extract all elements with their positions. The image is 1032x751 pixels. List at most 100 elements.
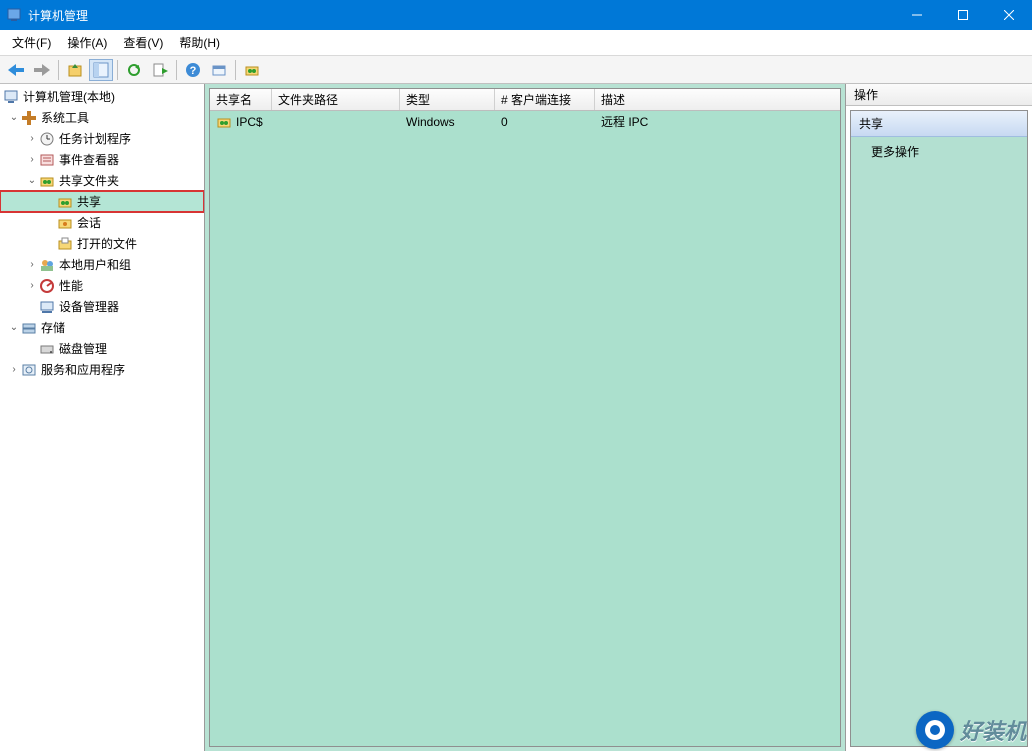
tree-label: 磁盘管理 <box>58 340 107 357</box>
titlebar: 计算机管理 <box>0 0 1032 30</box>
tree-label: 服务和应用程序 <box>40 361 125 378</box>
tools-icon <box>20 110 38 126</box>
expander-icon[interactable]: › <box>26 259 38 270</box>
tree-storage[interactable]: ⌄ 存储 <box>0 317 204 338</box>
expander-icon[interactable]: › <box>26 133 38 144</box>
users-icon <box>38 257 56 273</box>
shares-grid[interactable]: 共享名 文件夹路径 类型 # 客户端连接 描述 IPC$ Windows 0 远… <box>209 88 841 747</box>
actions-header: 操作 <box>846 84 1032 106</box>
toolbar: ? <box>0 56 1032 84</box>
menu-help[interactable]: 帮助(H) <box>171 31 228 54</box>
actions-panel: 操作 共享 更多操作 <box>846 84 1032 751</box>
center-panel: 共享名 文件夹路径 类型 # 客户端连接 描述 IPC$ Windows 0 远… <box>205 84 846 751</box>
tree-label: 共享文件夹 <box>58 172 119 189</box>
table-row[interactable]: IPC$ Windows 0 远程 IPC <box>210 111 840 132</box>
col-client-conn[interactable]: # 客户端连接 <box>495 89 595 110</box>
cell-description: 远程 IPC <box>595 113 840 130</box>
tree-label: 计算机管理(本地) <box>22 88 115 105</box>
cell-client-conn: 0 <box>495 115 595 129</box>
storage-icon <box>20 320 38 336</box>
tree-performance[interactable]: › 性能 <box>0 275 204 296</box>
tree-sessions[interactable]: 会话 <box>0 212 204 233</box>
toolbar-separator <box>58 60 59 80</box>
shares-icon-button[interactable] <box>240 59 264 81</box>
col-folder-path[interactable]: 文件夹路径 <box>272 89 400 110</box>
tree-label: 本地用户和组 <box>58 256 131 273</box>
tree-label: 打开的文件 <box>76 235 137 252</box>
open-files-icon <box>56 236 74 252</box>
tree-label: 系统工具 <box>40 109 89 126</box>
up-button[interactable] <box>63 59 87 81</box>
tree-system-tools[interactable]: ⌄ 系统工具 <box>0 107 204 128</box>
window-title: 计算机管理 <box>28 7 894 24</box>
tree-services-apps[interactable]: › 服务和应用程序 <box>0 359 204 380</box>
tree-shares[interactable]: 共享 <box>0 191 204 212</box>
computer-icon <box>2 89 20 105</box>
back-button[interactable] <box>4 59 28 81</box>
tree-label: 会话 <box>76 214 101 231</box>
actions-section-title: 共享 <box>851 111 1027 137</box>
cell-type: Windows <box>400 115 495 129</box>
tree-device-manager[interactable]: 设备管理器 <box>0 296 204 317</box>
grid-body: IPC$ Windows 0 远程 IPC <box>210 111 840 132</box>
expander-icon[interactable]: ⌄ <box>8 322 20 333</box>
menu-action[interactable]: 操作(A) <box>59 31 115 54</box>
toolbar-separator <box>235 60 236 80</box>
services-icon <box>20 362 38 378</box>
menu-view[interactable]: 查看(V) <box>115 31 171 54</box>
toolbar-separator <box>117 60 118 80</box>
tree-label: 共享 <box>76 193 101 210</box>
expander-icon[interactable]: ⌄ <box>8 112 20 123</box>
tree-label: 设备管理器 <box>58 298 119 315</box>
shared-folder-icon <box>38 173 56 189</box>
help-button[interactable]: ? <box>181 59 205 81</box>
actions-body: 共享 更多操作 <box>850 110 1028 747</box>
cell-share-name: IPC$ <box>210 114 272 130</box>
expander-icon[interactable]: › <box>26 280 38 291</box>
tree-root[interactable]: 计算机管理(本地) <box>0 86 204 107</box>
menu-file[interactable]: 文件(F) <box>4 31 59 54</box>
tree-event-viewer[interactable]: › 事件查看器 <box>0 149 204 170</box>
tree-label: 事件查看器 <box>58 151 119 168</box>
tree-panel[interactable]: 计算机管理(本地) ⌄ 系统工具 › 任务计划程序 › 事件查看器 ⌄ 共享文件… <box>0 84 205 751</box>
watermark: 好装机 <box>916 711 1026 749</box>
col-share-name[interactable]: 共享名 <box>210 89 272 110</box>
show-hide-tree-button[interactable] <box>89 59 113 81</box>
tree-local-users[interactable]: › 本地用户和组 <box>0 254 204 275</box>
new-share-button[interactable] <box>207 59 231 81</box>
toolbar-separator <box>176 60 177 80</box>
export-button[interactable] <box>148 59 172 81</box>
tree-shared-folders[interactable]: ⌄ 共享文件夹 <box>0 170 204 191</box>
refresh-button[interactable] <box>122 59 146 81</box>
cell-text: IPC$ <box>236 115 263 129</box>
tree-label: 任务计划程序 <box>58 130 131 147</box>
workarea: 计算机管理(本地) ⌄ 系统工具 › 任务计划程序 › 事件查看器 ⌄ 共享文件… <box>0 84 1032 751</box>
device-icon <box>38 299 56 315</box>
more-actions-link[interactable]: 更多操作 <box>851 137 1027 166</box>
shares-icon <box>56 194 74 210</box>
watermark-text: 好装机 <box>960 714 1026 746</box>
tree-task-scheduler[interactable]: › 任务计划程序 <box>0 128 204 149</box>
clock-icon <box>38 131 56 147</box>
expander-icon[interactable]: › <box>26 154 38 165</box>
watermark-logo <box>916 711 954 749</box>
tree-disk-management[interactable]: 磁盘管理 <box>0 338 204 359</box>
disk-icon <box>38 341 56 357</box>
tree-label: 存储 <box>40 319 65 336</box>
app-icon <box>6 7 22 23</box>
expander-icon[interactable]: › <box>8 364 20 375</box>
tree-open-files[interactable]: 打开的文件 <box>0 233 204 254</box>
col-type[interactable]: 类型 <box>400 89 495 110</box>
forward-button[interactable] <box>30 59 54 81</box>
col-description[interactable]: 描述 <box>595 89 840 110</box>
tree-label: 性能 <box>58 277 83 294</box>
share-icon <box>216 114 232 130</box>
minimize-button[interactable] <box>894 0 940 30</box>
menubar: 文件(F) 操作(A) 查看(V) 帮助(H) <box>0 30 1032 56</box>
performance-icon <box>38 278 56 294</box>
maximize-button[interactable] <box>940 0 986 30</box>
event-icon <box>38 152 56 168</box>
close-button[interactable] <box>986 0 1032 30</box>
expander-icon[interactable]: ⌄ <box>26 175 38 186</box>
sessions-icon <box>56 215 74 231</box>
